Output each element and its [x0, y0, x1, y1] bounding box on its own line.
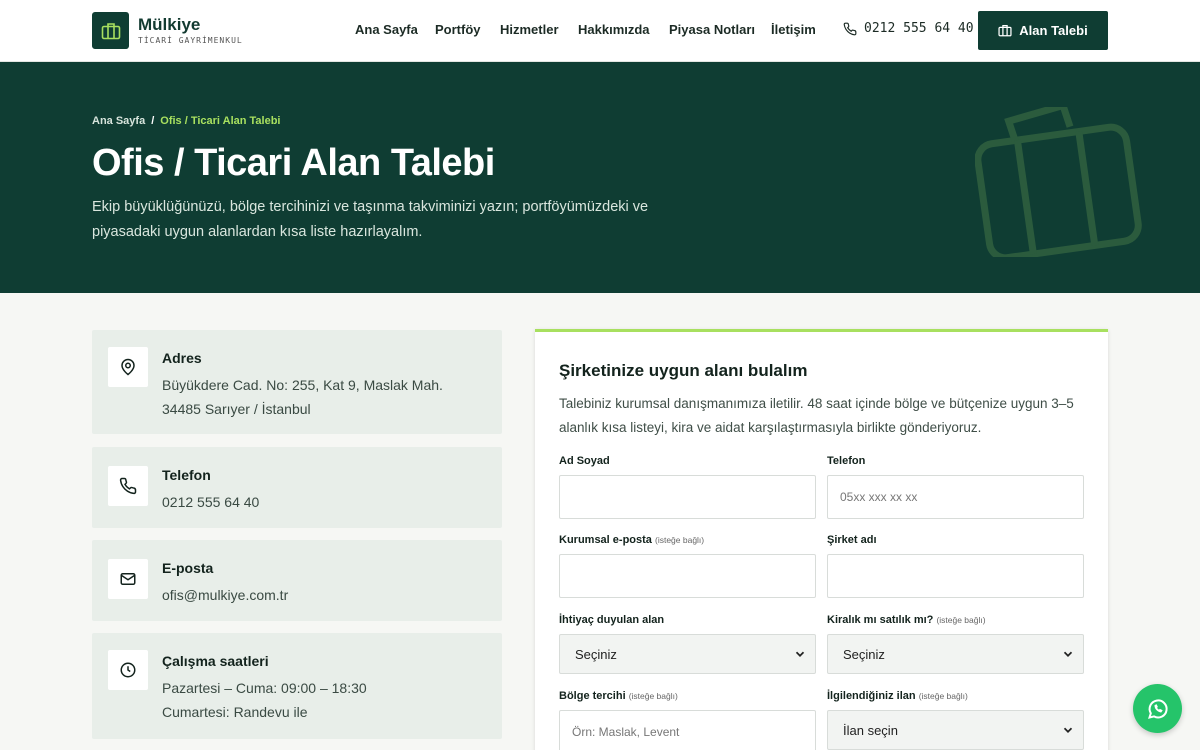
- form-description: Talebiniz kurumsal danışmanımıza iletili…: [559, 396, 1074, 435]
- region-label-text: Bölge tercihi: [559, 690, 626, 702]
- chevron-down-icon: [1063, 727, 1073, 733]
- hours-line-1: Pazartesi – Cuma: 09:00 – 18:30: [162, 680, 367, 696]
- need-select-value: Seçiniz: [575, 646, 617, 662]
- listing-select-value: İlan seçin: [843, 722, 898, 738]
- nav-hizmetler[interactable]: Hizmetler: [500, 22, 559, 37]
- brand-name[interactable]: Mülkiye: [138, 15, 200, 35]
- page-title: Ofis / Ticari Alan Talebi: [92, 142, 495, 184]
- breadcrumb-separator: /: [151, 115, 155, 127]
- phone-input[interactable]: 05xx xxx xx xx: [827, 475, 1084, 519]
- contact-card-hours: Çalışma saatleri Pazartesi – Cuma: 09:00…: [92, 633, 502, 739]
- optional-tag: (isteğe bağlı): [936, 615, 986, 625]
- briefcase-icon: [998, 24, 1012, 37]
- contact-title-email: E-posta: [162, 560, 214, 576]
- address-line-2: 34485 Sarıyer / İstanbul: [162, 401, 311, 417]
- contact-value-phone[interactable]: 0212 555 64 40: [162, 490, 259, 514]
- rent-label: Kiralık mı satılık mı? (isteğe bağlı): [827, 614, 986, 626]
- contact-card-phone: Telefon 0212 555 64 40: [92, 447, 502, 528]
- email-label: Kurumsal e-posta (isteğe bağlı): [559, 534, 704, 546]
- hero-description: Ekip büyüklüğünüzü, bölge tercihinizi ve…: [92, 199, 649, 240]
- rent-label-text: Kiralık mı satılık mı?: [827, 614, 934, 626]
- optional-tag: (isteğe bağlı): [918, 691, 968, 701]
- chevron-down-icon: [795, 651, 805, 657]
- nav-iletisim[interactable]: İletişim: [771, 22, 816, 37]
- email-label-text: Kurumsal e-posta: [559, 534, 652, 546]
- request-form: Şirketinize uygun alanı bulalım Talebini…: [535, 329, 1108, 750]
- contact-title-phone: Telefon: [162, 467, 211, 483]
- contact-card-email: E-posta ofis@mulkiye.com.tr: [92, 540, 502, 621]
- site-header: Mülkiye TİCARİ GAYRİMENKUL Ana Sayfa Por…: [0, 0, 1200, 62]
- mail-icon: [108, 559, 148, 599]
- brand-tagline: TİCARİ GAYRİMENKUL: [138, 36, 243, 45]
- breadcrumb-current: Ofis / Ticari Alan Talebi: [160, 115, 281, 127]
- clock-icon: [108, 650, 148, 690]
- logo-briefcase-icon[interactable]: [92, 12, 129, 49]
- phone-label: Telefon: [827, 455, 866, 467]
- briefcase-decor-icon: [975, 107, 1142, 257]
- company-input[interactable]: [827, 554, 1084, 598]
- whatsapp-icon: [1147, 698, 1168, 719]
- need-select[interactable]: Seçiniz: [559, 634, 816, 674]
- alan-talebi-label: Alan Talebi: [1019, 23, 1088, 38]
- company-label: Şirket adı: [827, 534, 877, 546]
- name-input[interactable]: [559, 475, 816, 519]
- contact-value-address: Büyükdere Cad. No: 255, Kat 9, Maslak Ma…: [162, 373, 443, 421]
- nav-hakkimizda[interactable]: Hakkımızda: [578, 22, 650, 37]
- need-label: İhtiyaç duyulan alan: [559, 614, 665, 626]
- chevron-down-icon: [1063, 651, 1073, 657]
- nav-piyasa-notlari[interactable]: Piyasa Notları: [669, 22, 755, 37]
- listing-label: İlgilendiğiniz ilan (isteğe bağlı): [827, 690, 968, 702]
- rent-select[interactable]: Seçiniz: [827, 634, 1084, 674]
- contact-value-hours: Pazartesi – Cuma: 09:00 – 18:30 Cumartes…: [162, 676, 367, 724]
- breadcrumb: Ana Sayfa / Ofis / Ticari Alan Talebi: [92, 115, 281, 127]
- region-input[interactable]: Örn: Maslak, Levent: [559, 710, 816, 750]
- map-pin-icon: [108, 347, 148, 387]
- email-input[interactable]: [559, 554, 816, 598]
- whatsapp-button[interactable]: [1133, 684, 1182, 733]
- nav-ana-sayfa[interactable]: Ana Sayfa: [355, 22, 418, 37]
- address-line-1: Büyükdere Cad. No: 255, Kat 9, Maslak Ma…: [162, 377, 443, 393]
- breadcrumb-home[interactable]: Ana Sayfa: [92, 115, 145, 127]
- contact-value-email[interactable]: ofis@mulkiye.com.tr: [162, 583, 288, 607]
- listing-select[interactable]: İlan seçin: [827, 710, 1084, 750]
- hero-section: Ana Sayfa / Ofis / Ticari Alan Talebi Ofis…: [0, 62, 1200, 293]
- region-label: Bölge tercihi (isteğe bağlı): [559, 690, 678, 702]
- nav-portfoy[interactable]: Portföy: [435, 22, 481, 37]
- form-title: Şirketinize uygun alanı bulalım: [559, 361, 808, 380]
- phone-icon: [108, 466, 148, 506]
- hours-line-2: Cumartesi: Randevu ile: [162, 704, 308, 720]
- name-label: Ad Soyad: [559, 455, 610, 467]
- alan-talebi-button[interactable]: Alan Talebi: [978, 11, 1108, 50]
- header-phone-link[interactable]: 0212 555 64 40: [843, 21, 974, 36]
- contact-title-address: Adres: [162, 350, 202, 366]
- rent-select-value: Seçiniz: [843, 646, 885, 662]
- header-phone-number: 0212 555 64 40: [864, 21, 974, 36]
- contact-title-hours: Çalışma saatleri: [162, 653, 269, 669]
- phone-icon: [843, 22, 857, 35]
- listing-label-text: İlgilendiğiniz ilan: [827, 690, 916, 702]
- contact-card-address: Adres Büyükdere Cad. No: 255, Kat 9, Mas…: [92, 330, 502, 434]
- optional-tag: (isteğe bağlı): [628, 691, 678, 701]
- optional-tag: (isteğe bağlı): [654, 535, 705, 545]
